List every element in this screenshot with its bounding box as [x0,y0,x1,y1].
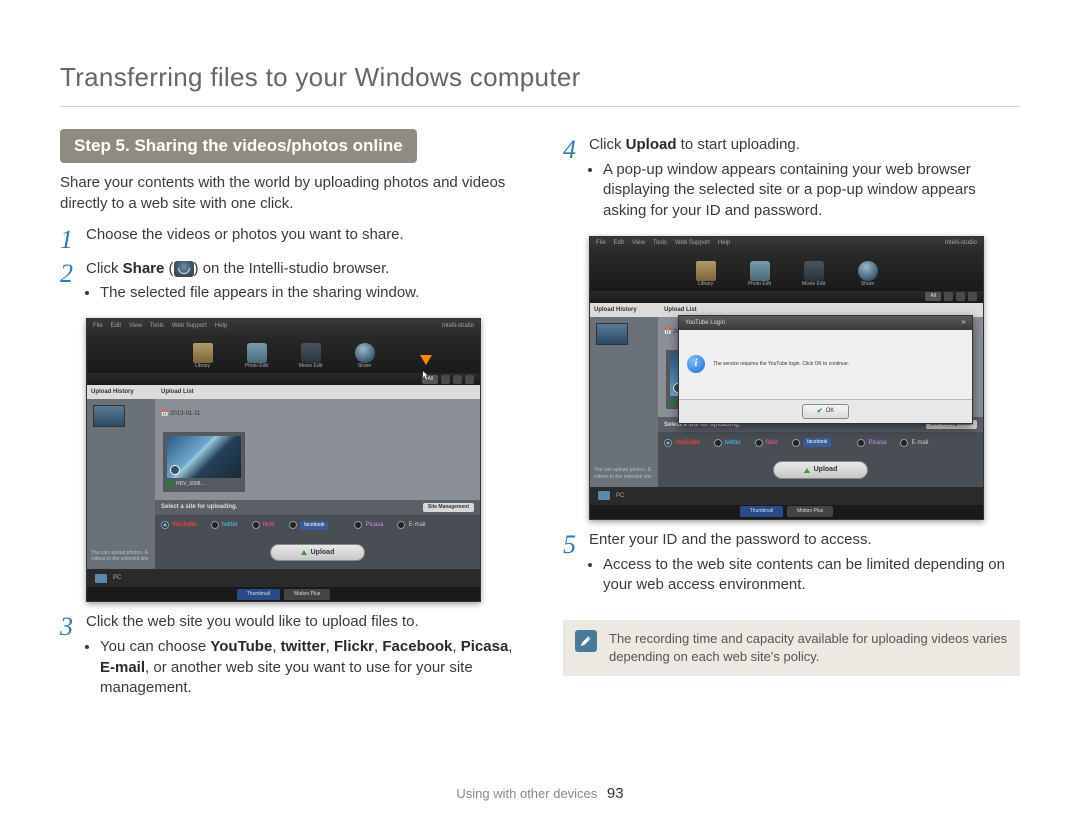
step-text: Click Share () on the Intelli-studio bro… [86,259,517,308]
step-4: 4 Click Upload to start uploading. A pop… [563,135,1020,226]
sub-bullet: A pop-up window appears containing your … [603,160,1020,222]
share-icon [174,261,194,277]
app-logo: Intelli-studio [442,322,474,330]
modal-message: The service requires the YouTube login. … [713,361,849,368]
step-number: 5 [563,530,589,558]
modal-title: YouTube Login [685,319,725,327]
left-column: Step 5. Sharing the videos/photos online… [60,129,517,707]
upload-list-header: Upload List [161,388,194,396]
sub-bullet: The selected file appears in the sharing… [100,283,517,304]
sub-bullet: Access to the web site contents can be l… [603,555,1020,596]
sidebar-hint: You can upload photos, &videos to the se… [91,550,149,564]
note-icon [575,630,597,652]
right-column: 4 Click Upload to start uploading. A pop… [563,129,1020,707]
site-bar-label: Select a site for uploading. [161,503,237,511]
upload-button: Upload [270,544,366,562]
step-1: 1 Choose the videos or photos you want t… [60,225,517,253]
photo-edit-icon [247,343,267,363]
youtube-login-modal: YouTube Login ✕ i The service requires th… [678,315,973,425]
step-5: 5 Enter your ID and the password to acce… [563,530,1020,600]
step-text: Choose the videos or photos you want to … [86,225,517,246]
step-number: 1 [60,225,86,253]
page-number: 93 [607,785,624,802]
step-text: Enter your ID and the password to access… [589,530,1020,600]
pc-label: PC [113,574,121,582]
upload-history-sidebar: Upload History You can upload photos, &v… [87,385,155,569]
library-icon [193,343,213,363]
site-management-button: Site Management [423,503,474,512]
app-menubar: FileEditViewToolsWeb SupportHelp Intelli… [87,319,480,333]
screenshot-sharing-window: FileEditViewToolsWeb SupportHelp Intelli… [86,318,481,602]
step-number: 3 [60,612,86,640]
screenshot-login-popup: FileEditViewToolsWeb SupportHelp Intelli… [589,236,984,520]
pc-icon [95,574,107,583]
section-banner: Step 5. Sharing the videos/photos online [60,129,417,163]
movie-edit-icon [301,343,321,363]
step-number: 4 [563,135,589,163]
sub-bullet: You can choose YouTube, twitter, Flickr,… [100,637,517,699]
close-icon: ✕ [961,319,966,327]
page-title: Transferring files to your Windows compu… [60,60,1020,107]
page-footer: Using with other devices 93 [60,784,1020,825]
step-3: 3 Click the web site you would like to u… [60,612,517,703]
history-thumbnail [93,405,125,427]
date-label: 2013-01-11 [170,411,200,417]
motion-plus-tab: Motion Plus [284,589,330,600]
share-icon [355,343,375,363]
sidebar-header: Upload History [87,385,155,399]
step-2: 2 Click Share () on the Intelli-studio b… [60,259,517,308]
footer-section: Using with other devices [456,786,597,801]
app-icon-row: Library Photo Edit Movie Edit Share [87,333,480,373]
callout-arrow-icon [420,355,432,365]
ok-button: ✔OK [802,404,850,420]
note-box: The recording time and capacity availabl… [563,620,1020,676]
thumbnail-tab: Thumbnail [237,589,280,600]
upload-thumbnail: HDV_0008... [163,432,245,492]
step-number: 2 [60,259,86,287]
step-text: Click the web site you would like to upl… [86,612,517,703]
intro-text: Share your contents with the world by up… [60,173,517,214]
site-options: YouTube twitter flickr facebook Picasa E… [155,515,480,536]
note-text: The recording time and capacity availabl… [609,630,1008,666]
info-icon: i [687,355,705,373]
step-text: Click Upload to start uploading. A pop-u… [589,135,1020,226]
